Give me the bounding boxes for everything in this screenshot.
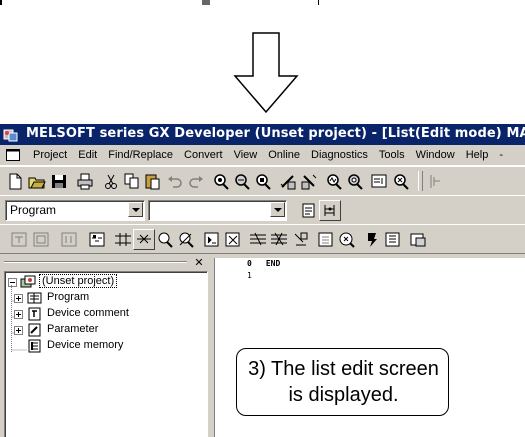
write-to-plc-icon[interactable] <box>277 171 299 192</box>
comment-icon[interactable] <box>315 229 337 250</box>
callout-line-1: 3) The list edit screen <box>248 358 439 380</box>
insert-row-icon[interactable] <box>247 229 269 250</box>
callout-line-2: is displayed. <box>288 384 399 406</box>
menu-edit[interactable]: Edit <box>78 149 97 161</box>
delete-row-icon[interactable] <box>268 229 290 250</box>
read-from-plc-icon[interactable] <box>298 171 320 192</box>
application-instruction-icon[interactable] <box>86 229 108 250</box>
data-toolbar: Program <box>0 195 525 225</box>
copy-icon[interactable] <box>121 171 143 192</box>
monitor-icon[interactable] <box>323 171 345 192</box>
find-device-icon[interactable] <box>210 171 232 192</box>
contact-parallel-icon[interactable] <box>201 229 223 250</box>
tree-item-device-memory[interactable]: Device memory <box>14 338 194 354</box>
closed-contact-icon[interactable] <box>30 229 52 250</box>
menu-bar: Project Edit Find/Replace Convert View O… <box>0 146 525 166</box>
expand-icon[interactable] <box>14 326 23 335</box>
program-select[interactable] <box>148 200 287 221</box>
open-project-icon[interactable] <box>26 171 48 192</box>
cut-icon[interactable] <box>100 171 122 192</box>
expand-icon[interactable] <box>14 310 23 319</box>
statement-icon[interactable] <box>336 229 358 250</box>
melsoft-app-icon <box>3 129 18 142</box>
down-arrow-icon <box>233 32 299 114</box>
falling-pulse-icon[interactable] <box>175 229 197 250</box>
tree-item-device-comment[interactable]: Device comment <box>14 306 194 322</box>
program-folder-icon <box>27 292 42 304</box>
program-toolbar <box>0 224 525 254</box>
undo-icon[interactable] <box>164 171 186 192</box>
data-type-select[interactable]: Program <box>5 200 145 221</box>
window-title: MELSOFT series GX Developer (Unset proje… <box>26 126 525 141</box>
cropped-previous-figure <box>0 0 525 6</box>
entry-monitor-icon[interactable] <box>369 171 391 192</box>
menu-diagnostics[interactable]: Diagnostics <box>311 149 368 161</box>
menu-minimize[interactable]: - <box>499 149 503 161</box>
monitor-write-icon[interactable] <box>344 171 366 192</box>
device-memory-icon <box>28 339 41 353</box>
horizontal-line-icon[interactable] <box>112 229 134 250</box>
panel-grip[interactable] <box>0 258 212 267</box>
insert-column-icon[interactable] <box>290 229 312 250</box>
expand-icon[interactable] <box>14 294 23 303</box>
tree-item-label: Device comment <box>47 307 129 319</box>
toolbar-separator <box>418 171 423 191</box>
coil-icon[interactable] <box>58 229 80 250</box>
function-key-icon[interactable] <box>407 229 429 250</box>
list-line: 0 END <box>247 259 280 268</box>
rising-pulse-icon[interactable] <box>154 229 176 250</box>
program-list-icon[interactable] <box>298 200 320 221</box>
tree-item-label: Parameter <box>47 323 99 335</box>
find-step-icon[interactable] <box>252 171 274 192</box>
tree-item-program[interactable]: Program <box>14 290 194 306</box>
tree-item-parameter[interactable]: Parameter <box>14 322 194 338</box>
find-instruction-icon[interactable] <box>231 171 253 192</box>
vertical-line-icon[interactable] <box>133 229 155 250</box>
closed-parallel-icon[interactable] <box>222 229 244 250</box>
menu-project[interactable]: Project <box>33 149 67 161</box>
ladder-list-toggle-icon[interactable] <box>319 200 341 221</box>
paste-icon[interactable] <box>142 171 164 192</box>
print-icon[interactable] <box>74 171 96 192</box>
instruction: END <box>265 259 281 268</box>
title-bar[interactable]: MELSOFT series GX Developer (Unset proje… <box>0 124 525 145</box>
step-number: 1 <box>247 271 252 280</box>
menu-find-replace[interactable]: Find/Replace <box>108 149 173 161</box>
step-number: 0 <box>247 259 252 268</box>
menu-window[interactable]: Window <box>416 149 455 161</box>
chevron-down-icon[interactable] <box>128 202 143 217</box>
document-window-icon[interactable] <box>6 149 20 161</box>
tree-item-label: Device memory <box>47 339 124 351</box>
menu-online[interactable]: Online <box>268 149 300 161</box>
new-project-icon[interactable] <box>4 171 26 192</box>
device-comment-icon <box>28 307 41 321</box>
note-icon[interactable] <box>361 229 383 250</box>
tree-root-label: (Unset project) <box>39 274 118 288</box>
callout-box: 3) The list edit screen is displayed. <box>236 348 449 416</box>
parameter-icon <box>28 323 41 337</box>
menu-tools[interactable]: Tools <box>379 149 405 161</box>
ladder-symbol-icon[interactable] <box>426 171 448 192</box>
menu-view[interactable]: View <box>234 149 258 161</box>
redo-icon[interactable] <box>185 171 207 192</box>
menu-convert[interactable]: Convert <box>184 149 223 161</box>
tree-item-label: Program <box>47 291 90 303</box>
alias-icon[interactable] <box>382 229 404 250</box>
close-icon[interactable]: ✕ <box>192 257 206 268</box>
chevron-down-icon[interactable] <box>270 202 285 217</box>
data-type-value: Program <box>10 203 57 217</box>
save-icon[interactable] <box>48 171 70 192</box>
project-data-panel: ✕ (Unset project) Program Device comment <box>0 257 212 437</box>
standard-toolbar <box>0 166 525 196</box>
menu-help[interactable]: Help <box>466 149 489 161</box>
list-line: 1 <box>247 271 261 280</box>
device-test-icon[interactable] <box>390 171 412 192</box>
project-tree: (Unset project) Program Device comment P… <box>4 271 208 437</box>
open-contact-icon[interactable] <box>8 229 30 250</box>
